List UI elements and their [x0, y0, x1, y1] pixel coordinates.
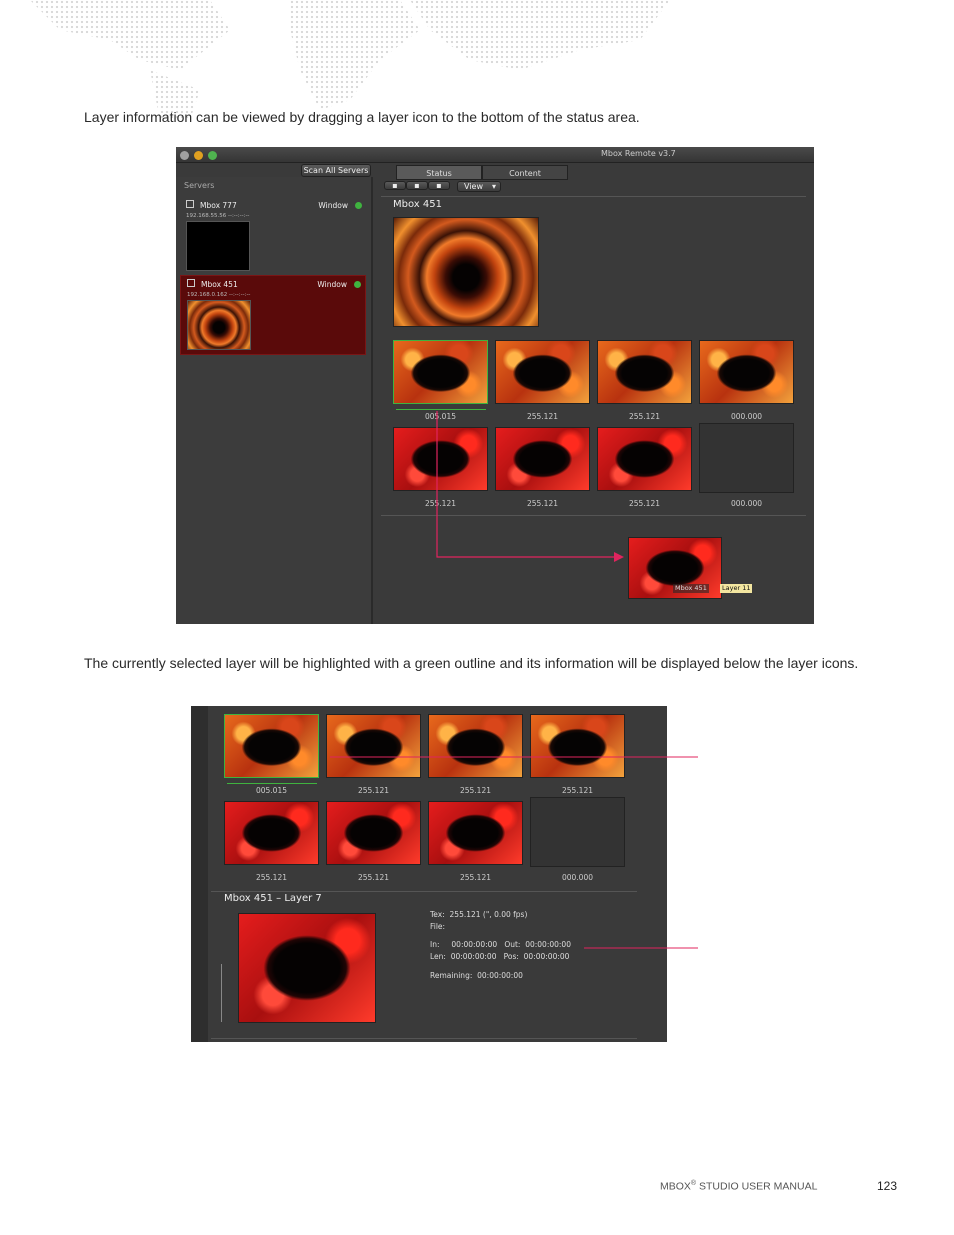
layer-detail-title: Mbox 451 – Layer 7 [224, 893, 322, 904]
sidebar-edge [191, 706, 208, 1042]
drag-tooltip-layer: Layer 11 [720, 584, 753, 593]
layer-caption: 005.015 [255, 786, 287, 795]
layer-caption: 255.121 [255, 873, 287, 882]
drag-tooltip-server: Mbox 451 [673, 584, 709, 593]
world-map-decoration [30, 0, 670, 120]
layer-icon[interactable] [224, 801, 319, 865]
layer-icon-selected[interactable] [224, 714, 319, 778]
divider [211, 1038, 637, 1039]
footer-manual-name: STUDIO USER MANUAL [696, 1180, 818, 1193]
callout-lines [330, 756, 698, 949]
highlight-paragraph: The currently selected layer will be hig… [84, 655, 859, 671]
intro-paragraph: Layer information can be viewed by dragg… [84, 109, 640, 125]
page-number: 123 [877, 1179, 898, 1193]
footer-manual-title: MBOX® STUDIO USER MANUAL [660, 1180, 817, 1193]
layer-remaining-info: Remaining: 00:00:00:00 [430, 971, 523, 980]
preview-edge [221, 964, 222, 1022]
footer-brand: MBOX [660, 1180, 691, 1193]
selected-layer-indicator [227, 783, 317, 784]
mbox-remote-screenshot: Mbox Remote v3.7 Scan All Servers ▬ ▦ ≡ … [176, 147, 814, 624]
